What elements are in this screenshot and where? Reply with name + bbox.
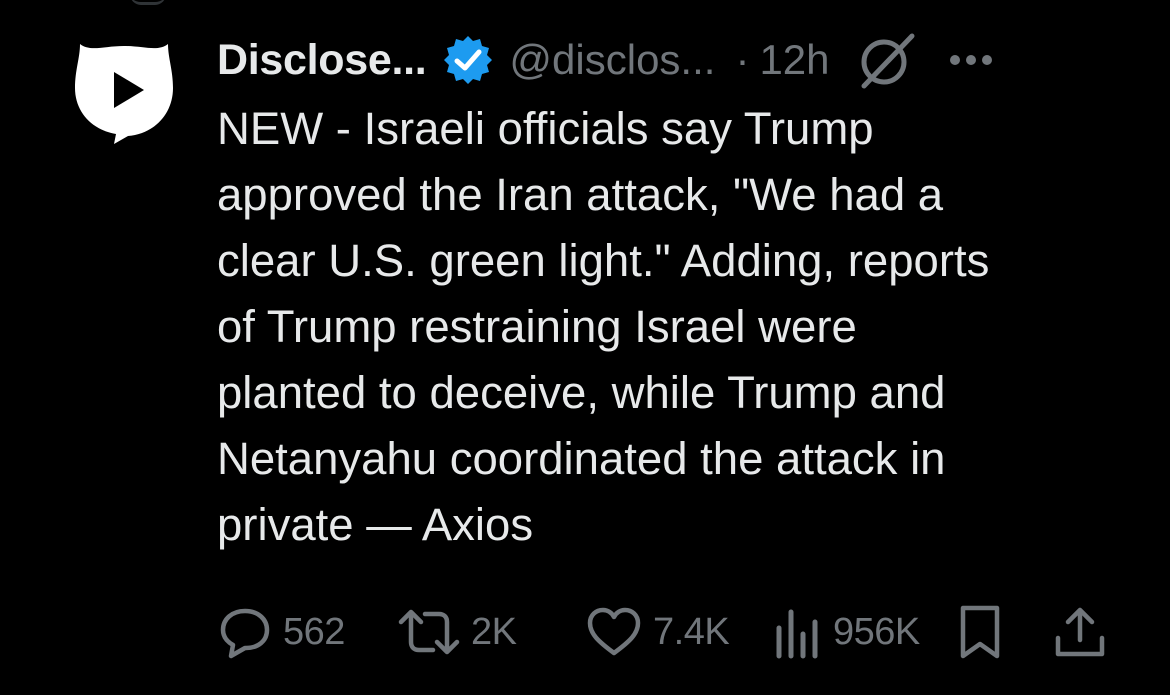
reply-button[interactable]: 562 (217, 598, 345, 666)
more-dots-icon[interactable] (948, 53, 994, 67)
tweet-header: Disclose... @disclos... · 12h (217, 28, 1117, 92)
like-button[interactable]: 7.4K (585, 598, 730, 666)
bookmark-icon (960, 605, 1000, 659)
timestamp[interactable]: 12h (759, 36, 829, 84)
reply-icon (220, 608, 270, 659)
action-bar: 562 2K 7.4K 956K (217, 598, 1117, 666)
repost-icon (398, 609, 460, 655)
verified-badge-icon (442, 34, 494, 86)
views-icon (776, 609, 818, 659)
separator-dot: · (735, 36, 750, 83)
reply-count: 562 (283, 610, 345, 653)
previous-post-edge (130, 0, 1130, 6)
repost-button[interactable]: 2K (397, 598, 517, 666)
bookmark-button[interactable] (957, 598, 1003, 666)
views-count: 956K (833, 610, 920, 653)
tweet-text-line: planted to deceive, while Trump and (217, 367, 946, 418)
share-button[interactable] (1053, 598, 1107, 666)
grok-icon[interactable] (856, 30, 918, 90)
avatar[interactable] (72, 40, 176, 146)
tweet-text-line: Netanyahu coordinated the attack in (217, 433, 946, 484)
repost-count: 2K (471, 610, 517, 653)
tweet-text-line: NEW - Israeli officials say Trump (217, 103, 874, 154)
views-button[interactable]: 956K (773, 598, 920, 666)
like-count: 7.4K (653, 610, 730, 653)
tweet-text-line: private — Axios (217, 499, 534, 550)
heart-icon (587, 607, 641, 656)
handle[interactable]: @disclos... (509, 36, 715, 84)
tweet-text-line: clear U.S. green light." Adding, reports (217, 235, 990, 286)
display-name[interactable]: Disclose... (217, 36, 427, 85)
play-bubble-avatar-icon (75, 44, 173, 144)
tweet-text-line: of Trump restraining Israel were (217, 301, 857, 352)
tweet-text: NEW - Israeli officials say Trump approv… (217, 96, 1147, 558)
share-icon (1055, 607, 1105, 657)
tweet-text-line: approved the Iran attack, "We had a (217, 169, 944, 220)
